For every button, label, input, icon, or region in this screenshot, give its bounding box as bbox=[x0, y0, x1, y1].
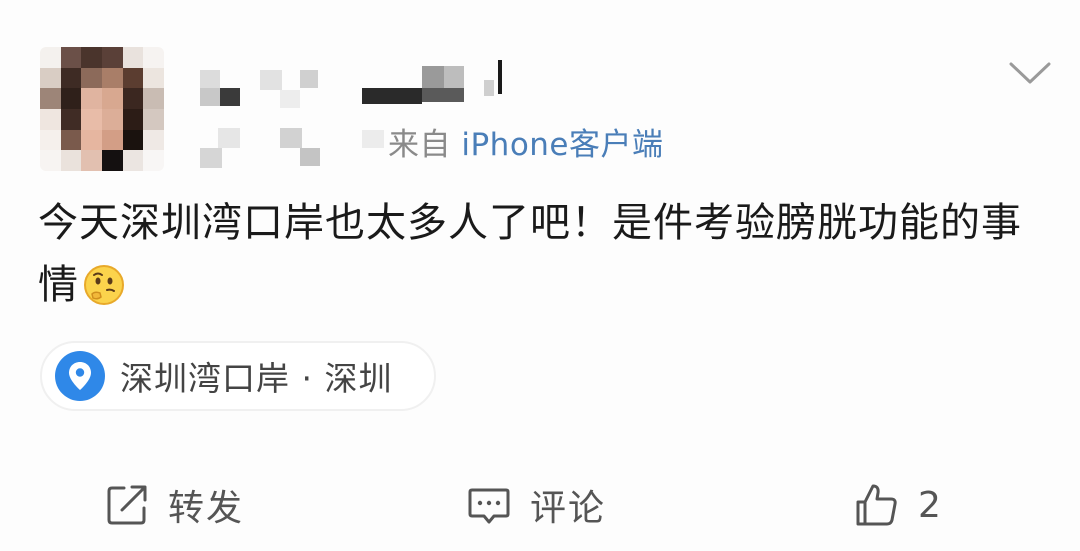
chevron-down-icon[interactable] bbox=[1008, 60, 1052, 88]
location-label: 深圳湾口岸 · 深圳 bbox=[120, 359, 393, 398]
post-source: 来自 iPhone客户端 bbox=[388, 119, 664, 164]
weibo-post-card: 来自 iPhone客户端 今天深圳湾口岸也太多人了吧！是件考验膀胱功能的事情 深… bbox=[0, 0, 1080, 551]
comment-icon bbox=[468, 488, 510, 524]
location-pin-icon bbox=[55, 351, 105, 401]
like-count: 2 bbox=[918, 484, 943, 526]
comment-button[interactable]: 评论 bbox=[466, 470, 606, 540]
repost-label: 转发 bbox=[168, 488, 245, 529]
source-prefix: 来自 bbox=[388, 127, 451, 163]
repost-button[interactable]: 转发 bbox=[104, 470, 244, 540]
repost-icon bbox=[107, 485, 147, 525]
post-action-bar: 转发 评论 2 bbox=[0, 470, 1080, 540]
post-content: 今天深圳湾口岸也太多人了吧！是件考验膀胱功能的事情 bbox=[38, 192, 1048, 316]
avatar[interactable] bbox=[40, 47, 164, 171]
thumbs-up-icon bbox=[856, 484, 897, 526]
location-chip[interactable]: 深圳湾口岸 · 深圳 bbox=[40, 341, 436, 411]
like-button[interactable]: 2 bbox=[854, 470, 943, 540]
thinking-face-icon bbox=[83, 262, 125, 305]
source-client-link[interactable]: iPhone客户端 bbox=[461, 127, 663, 163]
comment-label: 评论 bbox=[530, 488, 607, 529]
post-content-text: 今天深圳湾口岸也太多人了吧！是件考验膀胱功能的事情 bbox=[38, 200, 1022, 308]
